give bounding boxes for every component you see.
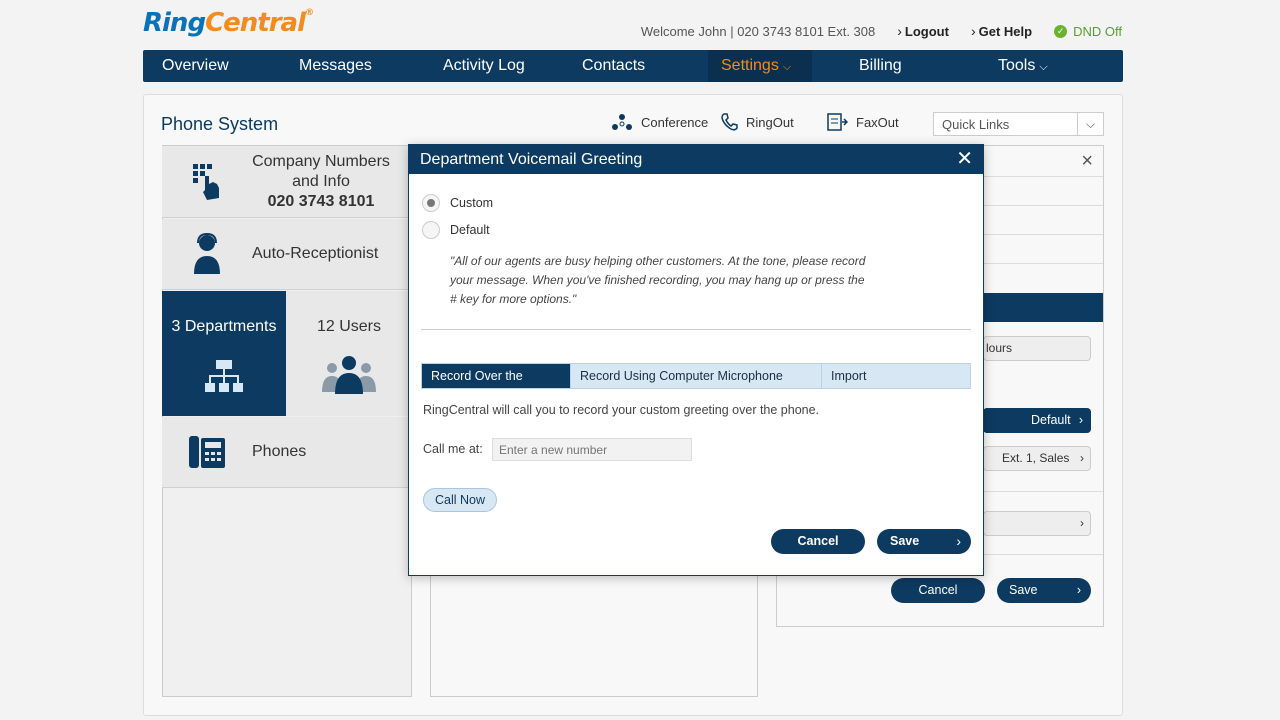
fax-icon bbox=[827, 113, 848, 131]
users-label: 12 Users bbox=[316, 318, 382, 335]
nav-settings[interactable]: Settings ⌵ bbox=[708, 50, 812, 82]
default-greeting-text: "All of our agents are busy helping othe… bbox=[450, 254, 866, 306]
desk-phone-icon bbox=[162, 434, 252, 470]
default-label: Default bbox=[450, 223, 490, 237]
keypad-hand-icon bbox=[162, 162, 252, 202]
panel-save-button[interactable]: Save › bbox=[997, 578, 1091, 603]
dialog-title: Department Voicemail Greeting bbox=[420, 151, 643, 168]
tab-record-over-phone[interactable]: Record Over the Phone bbox=[422, 364, 571, 407]
faxout-button[interactable]: FaxOut bbox=[826, 112, 899, 132]
dnd-toggle[interactable]: ✓ DND Off bbox=[1054, 24, 1122, 39]
phone-icon bbox=[721, 113, 738, 131]
record-method-tabs: Record Over the Phone Record Using Compu… bbox=[421, 363, 971, 407]
departments-label: 3 Departments bbox=[171, 318, 277, 335]
main-nav: Overview Messages Activity Log Contacts … bbox=[143, 50, 1123, 82]
nav-activity-log[interactable]: Activity Log bbox=[433, 50, 535, 82]
custom-label: Custom bbox=[450, 196, 494, 210]
get-help-link[interactable]: › Get Help bbox=[971, 23, 1032, 39]
greeting-default-select[interactable]: Default › bbox=[983, 408, 1091, 433]
page-title: Phone System bbox=[161, 114, 279, 134]
quick-links-select[interactable]: Quick Links ⌵ bbox=[933, 112, 1104, 136]
default-option[interactable]: Default bbox=[422, 221, 490, 239]
hours-field[interactable]: lours bbox=[983, 336, 1091, 361]
panel-cancel-button[interactable]: Cancel bbox=[891, 578, 985, 603]
close-icon[interactable]: × bbox=[1081, 150, 1093, 173]
custom-radio[interactable] bbox=[422, 194, 440, 212]
save-button[interactable]: Save › bbox=[877, 529, 971, 554]
nav-settings-label: Settings bbox=[721, 57, 779, 74]
check-circle-icon: ✓ bbox=[1054, 24, 1068, 38]
chevron-down-icon: ⌵ bbox=[1039, 61, 1048, 73]
users-tile[interactable]: 12 Users bbox=[286, 291, 412, 416]
extension-select[interactable]: Ext. 1, Sales › bbox=[983, 446, 1091, 471]
dialog-header: Department Voicemail Greeting ✕ bbox=[409, 145, 983, 174]
chevron-right-icon: › bbox=[970, 23, 976, 39]
department-list-panel bbox=[430, 560, 758, 697]
ringout-label: RingOut bbox=[746, 114, 794, 130]
phones-tile[interactable]: Phones bbox=[162, 417, 412, 488]
voicemail-greeting-dialog: Department Voicemail Greeting ✕ Custom D… bbox=[408, 144, 984, 576]
option-select[interactable]: › bbox=[983, 511, 1091, 536]
chevron-right-icon: › bbox=[1080, 516, 1084, 530]
chevron-right-icon: › bbox=[956, 533, 961, 549]
tab-record-computer-microphone[interactable]: Record Using Computer Microphone bbox=[571, 364, 822, 388]
quick-links-label: Quick Links bbox=[942, 117, 1010, 132]
auto-receptionist-label: Auto-Receptionist bbox=[252, 245, 379, 262]
logo-ring-text: Ring bbox=[143, 8, 206, 38]
auto-receptionist-tile[interactable]: Auto-Receptionist bbox=[162, 219, 412, 290]
logo-central-text: Central bbox=[205, 8, 306, 38]
chevron-right-icon: › bbox=[1078, 413, 1083, 427]
nav-tools[interactable]: Tools ⌵ bbox=[988, 50, 1058, 82]
welcome-text: Welcome John | 020 3743 8101 Ext. 308 bbox=[640, 23, 876, 39]
section-divider bbox=[421, 329, 971, 330]
phones-label: Phones bbox=[252, 443, 307, 460]
dnd-label: DND Off bbox=[1073, 23, 1122, 39]
cancel-button[interactable]: Cancel bbox=[771, 529, 865, 554]
conference-button[interactable]: Conference bbox=[611, 112, 708, 132]
conference-label: Conference bbox=[641, 114, 709, 130]
nav-billing[interactable]: Billing bbox=[849, 50, 912, 82]
logo-registered-mark: ® bbox=[305, 8, 314, 18]
record-description: RingCentral will call you to record your… bbox=[423, 403, 820, 417]
chevron-down-icon: ⌵ bbox=[782, 61, 792, 73]
faxout-label: FaxOut bbox=[856, 114, 899, 130]
nav-messages[interactable]: Messages bbox=[289, 50, 382, 82]
close-icon[interactable]: ✕ bbox=[956, 149, 973, 169]
chevron-right-icon: › bbox=[1080, 451, 1084, 465]
company-number: 020 3743 8101 bbox=[267, 192, 375, 210]
panel-save-label: Save bbox=[1009, 583, 1038, 597]
extension-label: Ext. 1, Sales bbox=[1002, 451, 1070, 465]
org-chart-icon bbox=[162, 358, 286, 399]
nav-contacts[interactable]: Contacts bbox=[572, 50, 655, 82]
company-numbers-line1: Company Numbers bbox=[252, 152, 390, 170]
save-label: Save bbox=[890, 534, 920, 548]
tab-import[interactable]: Import bbox=[822, 364, 875, 388]
company-numbers-line2: and Info bbox=[292, 172, 350, 190]
ringcentral-logo[interactable]: RingCentral® bbox=[143, 8, 314, 38]
chevron-down-icon: ⌵ bbox=[1077, 113, 1103, 135]
call-me-label: Call me at: bbox=[423, 442, 483, 456]
receptionist-icon bbox=[162, 232, 252, 276]
custom-option[interactable]: Custom bbox=[422, 194, 493, 212]
chevron-right-icon: › bbox=[1076, 583, 1081, 597]
logout-label: Logout bbox=[904, 23, 949, 39]
logout-link[interactable]: › Logout bbox=[897, 23, 949, 39]
users-group-icon bbox=[286, 354, 412, 399]
nav-overview[interactable]: Overview bbox=[152, 50, 239, 82]
account-bar: Welcome John | 020 3743 8101 Ext. 308 › L… bbox=[641, 23, 1122, 39]
call-now-button[interactable]: Call Now bbox=[423, 488, 497, 512]
nav-tools-label: Tools bbox=[998, 57, 1036, 74]
greeting-default-label: Default bbox=[1031, 413, 1071, 427]
conference-icon bbox=[612, 114, 632, 130]
company-numbers-tile[interactable]: Company Numbers and Info 020 3743 8101 bbox=[162, 146, 412, 218]
chevron-right-icon: › bbox=[897, 23, 902, 39]
default-radio[interactable] bbox=[422, 221, 440, 239]
call-me-input[interactable] bbox=[492, 438, 692, 461]
ringout-button[interactable]: RingOut bbox=[720, 112, 794, 132]
departments-tile[interactable]: 3 Departments bbox=[162, 291, 286, 416]
get-help-label: Get Help bbox=[978, 23, 1033, 39]
